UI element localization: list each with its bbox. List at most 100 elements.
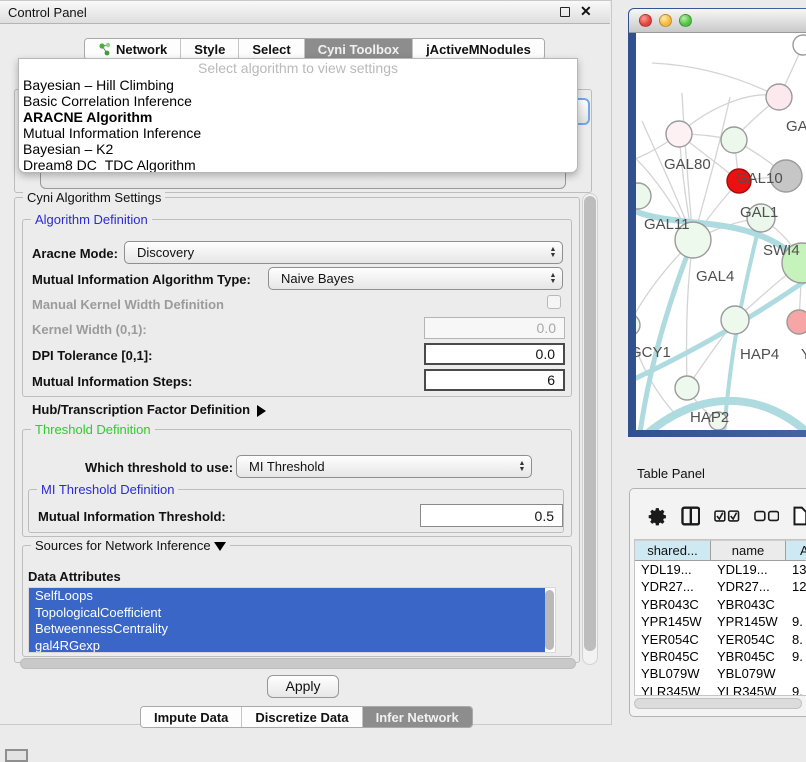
unchecked-boxes-icon[interactable] xyxy=(754,510,780,523)
tab-cyni-toolbox[interactable]: Cyni Toolbox xyxy=(305,39,413,59)
which-threshold-combobox[interactable]: MI Threshold ▲▼ xyxy=(236,455,532,478)
table-cell: YBR043C xyxy=(711,596,786,613)
network-canvas[interactable]: GAL7GAL80GAL10GAL1GAL11GAL4SWI4GCY1HAP4Y… xyxy=(636,33,806,430)
network-node-GAL10[interactable] xyxy=(721,127,747,153)
attribute-item-topologicalcoefficient[interactable]: TopologicalCoefficient xyxy=(29,605,545,622)
mutual-info-threshold-field[interactable]: 0.5 xyxy=(420,504,563,527)
kernel-width-field[interactable]: 0.0 xyxy=(424,317,565,339)
table-header-row: shared...nameA xyxy=(635,540,806,561)
maximize-icon[interactable] xyxy=(560,7,570,17)
network-view-window: GAL7GAL80GAL10GAL1GAL11GAL4SWI4GCY1HAP4Y… xyxy=(628,8,806,437)
control-panel-titlebar[interactable]: Control Panel ✕ xyxy=(0,1,610,24)
table-cell: 9. xyxy=(786,683,806,696)
tab-label: Impute Data xyxy=(154,710,228,725)
node-label-GAL10: GAL10 xyxy=(736,170,783,187)
table-row[interactable]: YDR27...YDR27...12 xyxy=(635,578,806,595)
tab-network[interactable]: Network xyxy=(85,39,181,59)
aracne-mode-label: Aracne Mode: xyxy=(32,246,118,261)
table-row[interactable]: YBR043CYBR043C xyxy=(635,596,806,613)
close-traffic-light[interactable] xyxy=(639,14,652,27)
algorithm-option-dream8-dc-tdc-algorithm[interactable]: Dream8 DC_TDC Algorithm xyxy=(19,157,577,173)
tab-label: Cyni Toolbox xyxy=(318,42,399,57)
node-label-GCY1: GCY1 xyxy=(636,344,671,361)
column-header-name[interactable]: name xyxy=(711,540,786,561)
tab-jactivemnodules[interactable]: jActiveMNodules xyxy=(413,39,544,59)
table-cell: YDR27... xyxy=(711,578,786,595)
algorithm-option-bayesian-k2[interactable]: Bayesian – K2 xyxy=(19,141,577,157)
node-label-GAL1: GAL1 xyxy=(740,204,778,221)
network-node-salmon-node[interactable] xyxy=(787,310,806,334)
attribute-item-selfloops[interactable]: SelfLoops xyxy=(29,588,545,605)
table-row[interactable]: YBR045CYBR045C9. xyxy=(635,648,806,665)
table-cell xyxy=(786,665,806,682)
table-row[interactable]: YER054CYER054C8. xyxy=(635,631,806,648)
table-row[interactable]: YPR145WYPR145W9. xyxy=(635,613,806,630)
apply-button[interactable]: Apply xyxy=(267,675,339,698)
data-attributes-list[interactable]: SelfLoopsTopologicalCoefficientBetweenne… xyxy=(28,587,556,653)
tab-impute-data[interactable]: Impute Data xyxy=(141,707,242,727)
algorithm-option-bayesian-hill-climbing[interactable]: Bayesian – Hill Climbing xyxy=(19,77,577,93)
algorithm-dropdown-popup: Select algorithm to view settings Bayesi… xyxy=(18,58,578,173)
table-cell: 9. xyxy=(786,613,806,630)
attribute-item-betweennesscentrality[interactable]: BetweennessCentrality xyxy=(29,621,545,638)
table-cell: YDL19... xyxy=(635,561,711,578)
table-row[interactable]: YDL19...YDL19...13 xyxy=(635,561,806,578)
table-cell: YPR145W xyxy=(711,613,786,630)
node-label-GAL11: GAL11 xyxy=(644,216,690,233)
data-attributes-label: Data Attributes xyxy=(28,569,121,584)
sources-group-title[interactable]: Sources for Network Inference xyxy=(31,538,230,553)
cyni-settings-group-title: Cyni Algorithm Settings xyxy=(23,190,165,205)
network-icon xyxy=(98,42,111,56)
dpi-tolerance-field[interactable]: 0.0 xyxy=(424,343,565,365)
column-header-shared...[interactable]: shared... xyxy=(635,540,711,561)
network-node-GAL7[interactable] xyxy=(766,84,792,110)
network-node-GCY1[interactable] xyxy=(636,314,640,336)
mi-steps-field[interactable]: 6 xyxy=(424,369,565,391)
algorithm-option-basic-correlation-inference[interactable]: Basic Correlation Inference xyxy=(19,93,577,109)
combo-arrows-icon: ▲▼ xyxy=(544,273,562,285)
attribute-item-gal4rgexp[interactable]: gal4RGexp xyxy=(29,638,545,654)
tab-style[interactable]: Style xyxy=(181,39,239,59)
threshold-definition-title: Threshold Definition xyxy=(31,422,155,437)
network-node-HAP2[interactable] xyxy=(675,376,699,400)
document-icon[interactable] xyxy=(793,506,806,526)
manual-kernel-checkbox[interactable] xyxy=(547,295,561,309)
algorithm-option-aracne-algorithm[interactable]: ARACNE Algorithm xyxy=(19,109,577,125)
combo-arrows-icon: ▲▼ xyxy=(544,247,562,259)
tab-select[interactable]: Select xyxy=(239,39,304,59)
settings-horizontal-scrollbar-thumb[interactable] xyxy=(20,658,576,669)
network-node-HAP4[interactable] xyxy=(721,306,749,334)
gear-icon[interactable] xyxy=(648,507,667,526)
network-window-titlebar[interactable] xyxy=(629,9,806,33)
table-row[interactable]: YBL079WYBL079W xyxy=(635,665,806,682)
table-cell: YDR27... xyxy=(635,578,711,595)
column-header-A[interactable]: A xyxy=(786,540,806,561)
columns-icon[interactable] xyxy=(681,506,701,526)
close-icon[interactable]: ✕ xyxy=(580,3,592,20)
minimize-traffic-light[interactable] xyxy=(659,14,672,27)
node-table[interactable]: shared...nameA YDL19...YDL19...13YDR27..… xyxy=(634,539,806,696)
settings-vertical-scrollbar-thumb[interactable] xyxy=(584,196,596,651)
collapse-arrow-icon xyxy=(214,542,226,551)
control-panel-window: Control Panel ✕ NetworkStyleSelect Cyni T… xyxy=(0,0,612,725)
tab-label: Infer Network xyxy=(376,710,459,725)
table-row[interactable]: YLR345WYLR345W9. xyxy=(635,683,806,696)
list-scrollbar[interactable] xyxy=(545,590,554,650)
checked-boxes-icon[interactable] xyxy=(714,510,740,523)
table-horizontal-scrollbar[interactable] xyxy=(634,698,802,709)
table-cell: YBR045C xyxy=(635,648,711,665)
tab-infer-network[interactable]: Infer Network xyxy=(363,707,472,727)
minimized-window-icon[interactable] xyxy=(5,749,28,762)
network-node-GAL80[interactable] xyxy=(666,121,692,147)
control-panel-title: Control Panel xyxy=(8,5,87,20)
algorithm-option-mutual-information-inference[interactable]: Mutual Information Inference xyxy=(19,125,577,141)
table-cell: 13 xyxy=(786,561,806,578)
mi-algorithm-type-combobox[interactable]: Naive Bayes ▲▼ xyxy=(268,267,563,290)
network-node-GAL11[interactable] xyxy=(636,183,651,209)
zoom-traffic-light[interactable] xyxy=(679,14,692,27)
network-node-top-node[interactable] xyxy=(793,35,806,55)
algorithm-definition-title: Algorithm Definition xyxy=(31,212,152,227)
aracne-mode-combobox[interactable]: Discovery ▲▼ xyxy=(124,241,563,264)
hub-definition-toggle[interactable]: Hub/Transcription Factor Definition xyxy=(32,402,266,417)
tab-discretize-data[interactable]: Discretize Data xyxy=(242,707,362,727)
